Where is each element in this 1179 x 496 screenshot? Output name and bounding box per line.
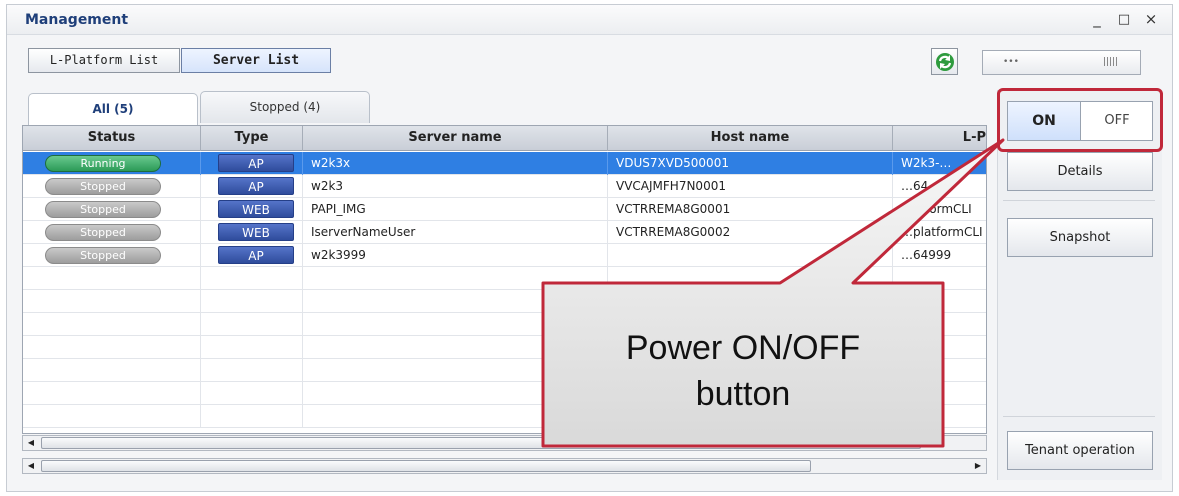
callout-bubble <box>541 138 1005 448</box>
callout-line-1: Power ON/OFF <box>625 329 861 367</box>
tab-all[interactable]: All (5) <box>28 93 198 125</box>
callout-text: Power ON/OFF button <box>553 325 933 417</box>
callout-line-2: button <box>695 375 791 413</box>
